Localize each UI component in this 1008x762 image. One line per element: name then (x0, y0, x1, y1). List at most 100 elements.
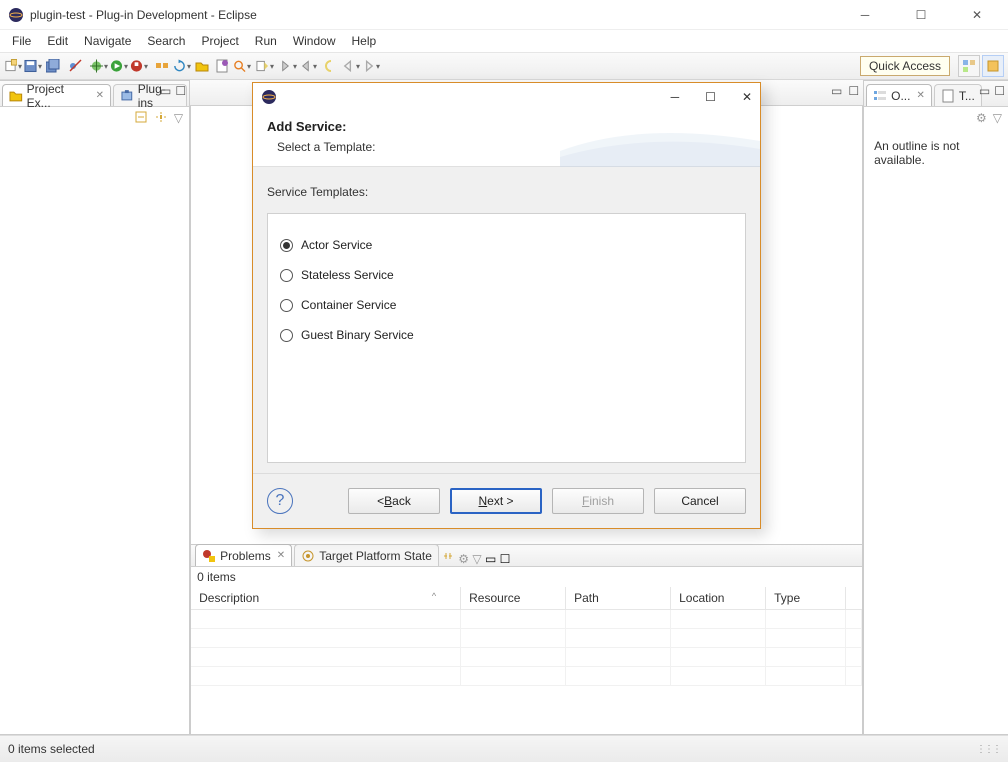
tab-label: Target Platform State (319, 549, 432, 563)
maximize-view-icon[interactable]: ☐ (500, 552, 511, 566)
dialog-close-button[interactable]: ✕ (742, 90, 752, 104)
dialog-title: Add Service: (267, 119, 746, 134)
radio-icon (280, 269, 293, 282)
minimize-view-icon[interactable]: ▭ (979, 84, 990, 98)
window-title: plugin-test - Plug-in Development - Ecli… (30, 8, 842, 22)
close-icon[interactable]: ✕ (96, 90, 104, 101)
minimize-view-icon[interactable]: ▭ (485, 552, 496, 566)
menu-project[interactable]: Project (193, 32, 246, 50)
add-service-dialog: ─ ☐ ✕ Add Service: Select a Template: Se… (252, 82, 761, 529)
tab-tasks[interactable]: T... (934, 84, 982, 106)
menu-help[interactable]: Help (344, 32, 385, 50)
view-menu-icon[interactable]: ▽ (993, 111, 1002, 125)
project-explorer-body (0, 129, 189, 734)
window-titlebar: plugin-test - Plug-in Development - Ecli… (0, 0, 1008, 30)
tab-project-explorer[interactable]: Project Ex... ✕ (2, 84, 111, 106)
radio-label: Stateless Service (301, 268, 394, 282)
external-tools-button[interactable] (130, 57, 148, 75)
menu-search[interactable]: Search (139, 32, 193, 50)
tab-target-platform-state[interactable]: Target Platform State (294, 544, 439, 566)
run-button[interactable] (110, 57, 128, 75)
history-forward-button[interactable] (362, 57, 380, 75)
window-maximize-button[interactable]: ☐ (898, 0, 944, 30)
menu-run[interactable]: Run (247, 32, 285, 50)
col-location[interactable]: Location (671, 587, 766, 609)
history-back-button[interactable] (342, 57, 360, 75)
finish-button[interactable]: Finish (552, 488, 644, 514)
main-toolbar: Quick Access (0, 52, 1008, 80)
template-option-stateless[interactable]: Stateless Service (280, 260, 733, 290)
table-row (191, 667, 862, 686)
menu-navigate[interactable]: Navigate (76, 32, 139, 50)
problems-table: Description^ Resource Path Location Type (191, 587, 862, 734)
next-annotation-button[interactable] (299, 57, 317, 75)
minimize-view-icon[interactable]: ▭ (160, 84, 171, 98)
link-editor-icon[interactable] (154, 110, 168, 127)
back-edit-button[interactable] (322, 57, 340, 75)
collapse-all-icon[interactable] (134, 110, 148, 127)
tab-problems[interactable]: Problems ✕ (195, 544, 292, 566)
template-list: Actor Service Stateless Service Containe… (267, 213, 746, 463)
menu-window[interactable]: Window (285, 32, 344, 50)
cancel-button[interactable]: Cancel (654, 488, 746, 514)
template-option-guest-binary[interactable]: Guest Binary Service (280, 320, 733, 350)
plugins-icon (120, 89, 134, 103)
save-button[interactable] (24, 57, 42, 75)
maximize-view-icon[interactable]: ☐ (175, 84, 186, 98)
save-all-button[interactable] (44, 57, 62, 75)
left-panel: Project Ex... ✕ Plug-ins ▭ ☐ ▽ (0, 80, 190, 735)
template-option-container[interactable]: Container Service (280, 290, 733, 320)
help-button[interactable]: ? (267, 488, 293, 514)
bottom-tabs: Problems ✕ Target Platform State ⚙ ▽ ▭ ☐ (191, 545, 862, 567)
minimize-editor-icon[interactable]: ▭ (831, 84, 842, 98)
last-edit-location-button[interactable] (256, 57, 274, 75)
view-menu-icon[interactable]: ▽ (174, 111, 183, 125)
refresh-button[interactable] (173, 57, 191, 75)
dialog-maximize-button[interactable]: ☐ (705, 90, 716, 104)
tab-label: O... (891, 89, 910, 103)
next-button[interactable]: Next > (450, 488, 542, 514)
view-menu-icon[interactable]: ▽ (472, 552, 481, 566)
link-icon[interactable] (441, 552, 455, 566)
window-close-button[interactable]: ✕ (954, 0, 1000, 30)
dialog-minimize-button[interactable]: ─ (671, 90, 680, 104)
quick-access-field[interactable]: Quick Access (860, 56, 950, 76)
window-minimize-button[interactable]: ─ (842, 0, 888, 30)
left-tabs: Project Ex... ✕ Plug-ins ▭ ☐ (0, 81, 189, 107)
close-icon[interactable]: ✕ (277, 550, 285, 561)
open-perspective-button[interactable] (958, 55, 980, 77)
prev-annotation-button[interactable] (279, 57, 297, 75)
search-button[interactable] (233, 57, 251, 75)
target-platform-icon (301, 549, 315, 563)
tab-outline[interactable]: O... ✕ (866, 84, 932, 106)
dialog-content: Service Templates: Actor Service Statele… (253, 167, 760, 473)
menu-file[interactable]: File (4, 32, 39, 50)
debug-button[interactable] (90, 57, 108, 75)
radio-icon (280, 329, 293, 342)
eclipse-icon (8, 7, 24, 23)
maximize-view-icon[interactable]: ☐ (994, 84, 1005, 98)
target-platform-button[interactable] (153, 57, 171, 75)
project-explorer-icon (9, 89, 23, 103)
col-type[interactable]: Type (766, 587, 846, 609)
new-button[interactable] (4, 57, 22, 75)
table-row (191, 610, 862, 629)
back-button[interactable]: < Back (348, 488, 440, 514)
skip-breakpoints-button[interactable] (67, 57, 85, 75)
tab-label: Problems (220, 549, 271, 563)
col-path[interactable]: Path (566, 587, 671, 609)
maximize-editor-icon[interactable]: ☐ (848, 84, 859, 98)
table-header: Description^ Resource Path Location Type (191, 587, 862, 610)
open-plugin-button[interactable] (193, 57, 211, 75)
close-icon[interactable]: ✕ (916, 90, 924, 101)
pde-perspective-button[interactable] (982, 55, 1004, 77)
filter-icon[interactable]: ⚙ (976, 111, 987, 125)
open-manifest-button[interactable] (213, 57, 231, 75)
col-description[interactable]: Description^ (191, 587, 461, 609)
menu-edit[interactable]: Edit (39, 32, 76, 50)
dialog-titlebar: ─ ☐ ✕ (253, 83, 760, 111)
template-option-actor[interactable]: Actor Service (280, 230, 733, 260)
col-resource[interactable]: Resource (461, 587, 566, 609)
filter-icon[interactable]: ⚙ (458, 552, 469, 566)
dialog-subtitle: Select a Template: (267, 140, 746, 154)
